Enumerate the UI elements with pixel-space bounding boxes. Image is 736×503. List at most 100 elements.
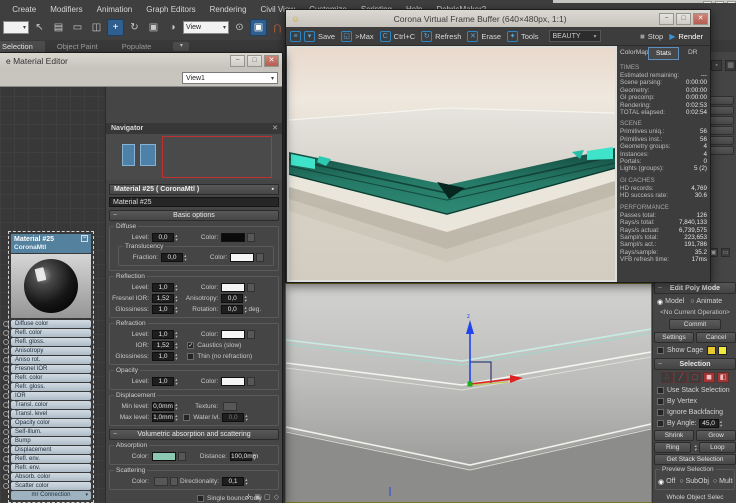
select-scale-icon[interactable]: ▣ (145, 19, 162, 36)
spinner-field[interactable]: 0,0mm ▴ ▾ (152, 402, 177, 411)
sme-titlebar[interactable]: e Material Editor − □ ✕ (0, 53, 282, 69)
material-slot[interactable]: Fresnel IOR (3, 365, 91, 373)
spinner-field[interactable]: 0,1 ▴ ▾ (222, 477, 247, 486)
spinner-arrows[interactable]: ▴ ▾ (245, 413, 247, 421)
color-swatch[interactable] (152, 452, 176, 461)
spinner-field[interactable]: 1,52 ▴ ▾ (152, 294, 177, 303)
snap-25-icon[interactable]: ⋂ (269, 19, 286, 36)
color-swatch[interactable] (221, 233, 246, 242)
color-swatch[interactable] (230, 253, 255, 262)
map-slot-button[interactable] (178, 452, 186, 461)
show-cage-checkbox[interactable] (657, 347, 664, 354)
spinner-field[interactable]: 1,0 ▴ ▾ (152, 352, 177, 361)
material-preview[interactable] (11, 254, 91, 318)
map-slot-button[interactable] (154, 477, 168, 486)
spinner-arrows[interactable]: ▴ ▾ (245, 477, 247, 485)
close-icon[interactable]: ✕ (264, 55, 279, 67)
vfb-tab-dr[interactable]: DR (679, 47, 707, 60)
spinner-arrows[interactable]: ▴ ▾ (244, 294, 246, 302)
viewport-canvas[interactable]: z (285, 284, 652, 502)
ribbon-tab-selection[interactable]: Selection (0, 40, 45, 52)
checkbox[interactable] (183, 414, 191, 421)
snaps-toggle-icon[interactable]: ▣ (250, 19, 267, 36)
map-slot-button[interactable] (256, 253, 265, 262)
vfb-tab-colormap[interactable]: ColorMap (620, 47, 648, 60)
rollout-volumetric[interactable]: − Volumetric absorption and scattering (109, 429, 279, 440)
material-slot[interactable]: Diffuse color (3, 320, 91, 328)
map-slot-button[interactable] (247, 283, 256, 292)
material-slot[interactable]: Aniso rot. (3, 356, 91, 364)
vfb-tools-button[interactable]: Tools (521, 32, 539, 41)
node-view[interactable]: Material #25− CoronaMtl Diffuse color Ref… (0, 87, 106, 503)
material-slot[interactable]: Anisotropy (3, 347, 91, 355)
map-slot-button[interactable] (247, 330, 256, 339)
rendered-image[interactable] (287, 46, 617, 282)
spinner-field[interactable]: 100,0mm ▴ ▾ (230, 452, 258, 461)
radio-subobj[interactable]: ○ (679, 478, 683, 485)
cage-color-swatch[interactable] (707, 346, 717, 355)
minimize-icon[interactable]: − (659, 12, 674, 25)
vertex-icon[interactable]: ∴ (661, 372, 673, 383)
menu-item[interactable]: Modifiers (43, 5, 89, 14)
configure-icon[interactable]: ▦ (725, 60, 736, 71)
zoom-extents-icon[interactable]: ▢ (264, 493, 271, 501)
color-swatch[interactable] (221, 330, 246, 339)
single-bounce-checkbox[interactable] (197, 494, 204, 502)
select-by-name-icon[interactable]: ▤ (50, 19, 67, 36)
cage-color-swatch-2[interactable] (718, 346, 728, 355)
spinner-field[interactable]: 0,0 ▴ ▾ (221, 305, 247, 314)
grow-button[interactable]: Grow (696, 430, 736, 441)
select-move-icon[interactable]: + (107, 19, 124, 36)
spinner-field[interactable]: 0,0 ▴ ▾ (161, 253, 186, 262)
checkbox[interactable] (657, 398, 664, 405)
edge-icon[interactable]: ╱ (675, 372, 687, 383)
spinner-field[interactable]: 0,0 ▴ ▾ (152, 233, 177, 242)
radio-animate[interactable]: ○ (690, 298, 694, 305)
options-icon[interactable]: ▪ (272, 185, 274, 195)
spinner-arrows[interactable]: ▴ ▾ (175, 341, 177, 349)
material-slot[interactable]: Transl. level (3, 410, 91, 418)
spinner-arrows[interactable]: ▴ ▾ (175, 413, 177, 421)
vfb-titlebar[interactable]: ☺ Corona Virtual Frame Buffer (640×480px… (286, 10, 710, 27)
vfb-max-button[interactable]: >Max (355, 32, 374, 41)
menu-item[interactable]: Rendering (203, 5, 254, 14)
reference-coordinate-dropdown[interactable]: View ▾ (183, 21, 229, 34)
spinner-field[interactable]: 1,0mm ▴ ▾ (152, 413, 177, 422)
zoom-region-icon[interactable]: ◇ (274, 493, 279, 501)
checkbox[interactable]: ✓ (187, 342, 195, 349)
vfb-erase-button[interactable]: Erase (481, 32, 501, 41)
radio-off[interactable]: ◉ (658, 478, 664, 486)
shrink-button[interactable]: Shrink (654, 430, 694, 441)
cancel-button[interactable]: Cancel (696, 332, 736, 343)
vfb-refresh-button[interactable]: Refresh (435, 32, 461, 41)
map-slot-button[interactable] (247, 377, 256, 386)
stop-button[interactable]: Stop (648, 32, 663, 41)
spinner-field[interactable]: 1,52 ▴ ▾ (152, 341, 177, 350)
element-icon[interactable]: ◧ (717, 372, 729, 383)
material-node-header[interactable]: Material #25 − CoronaMtl (11, 234, 91, 253)
material-name-field[interactable]: Material #25 (109, 197, 279, 207)
material-param-header[interactable]: Material #25 ( CoronaMtl ) ▪ (109, 184, 279, 195)
rollout-selection[interactable]: − Selection (654, 358, 736, 370)
spinner-arrows[interactable]: ▴ ▾ (694, 443, 696, 451)
spinner-field[interactable]: 1,0 ▴ ▾ (152, 283, 177, 292)
vfb-tab-stats[interactable]: Stats (648, 47, 679, 60)
material-slot[interactable]: Absorb. color (3, 473, 91, 481)
close-icon[interactable]: ✕ (272, 123, 278, 134)
color-swatch[interactable] (221, 283, 246, 292)
material-slot[interactable]: Refr. gloss. (3, 383, 91, 391)
ring-button[interactable]: Ring (654, 442, 692, 453)
spinner-field[interactable]: 0,0 ▴ ▾ (221, 294, 247, 303)
radio-model[interactable]: ◉ (657, 298, 663, 306)
menu-item[interactable]: Animation (90, 5, 140, 14)
material-slot[interactable]: Self-Illum. (3, 428, 91, 436)
render-button[interactable]: Render (678, 32, 703, 41)
spinner-field[interactable]: 0,0 ▴ ▾ (222, 413, 247, 422)
material-slot[interactable]: Scatter color (3, 482, 91, 490)
settings-button[interactable]: Settings (654, 332, 694, 343)
spinner-arrows[interactable]: ▴ ▾ (244, 305, 246, 313)
by-angle-checkbox[interactable] (657, 420, 664, 427)
material-slot[interactable]: Refl. color (3, 329, 91, 337)
material-slot[interactable]: Opacity color (3, 419, 91, 427)
material-node[interactable]: Material #25− CoronaMtl Diffuse color Ref… (3, 231, 94, 503)
